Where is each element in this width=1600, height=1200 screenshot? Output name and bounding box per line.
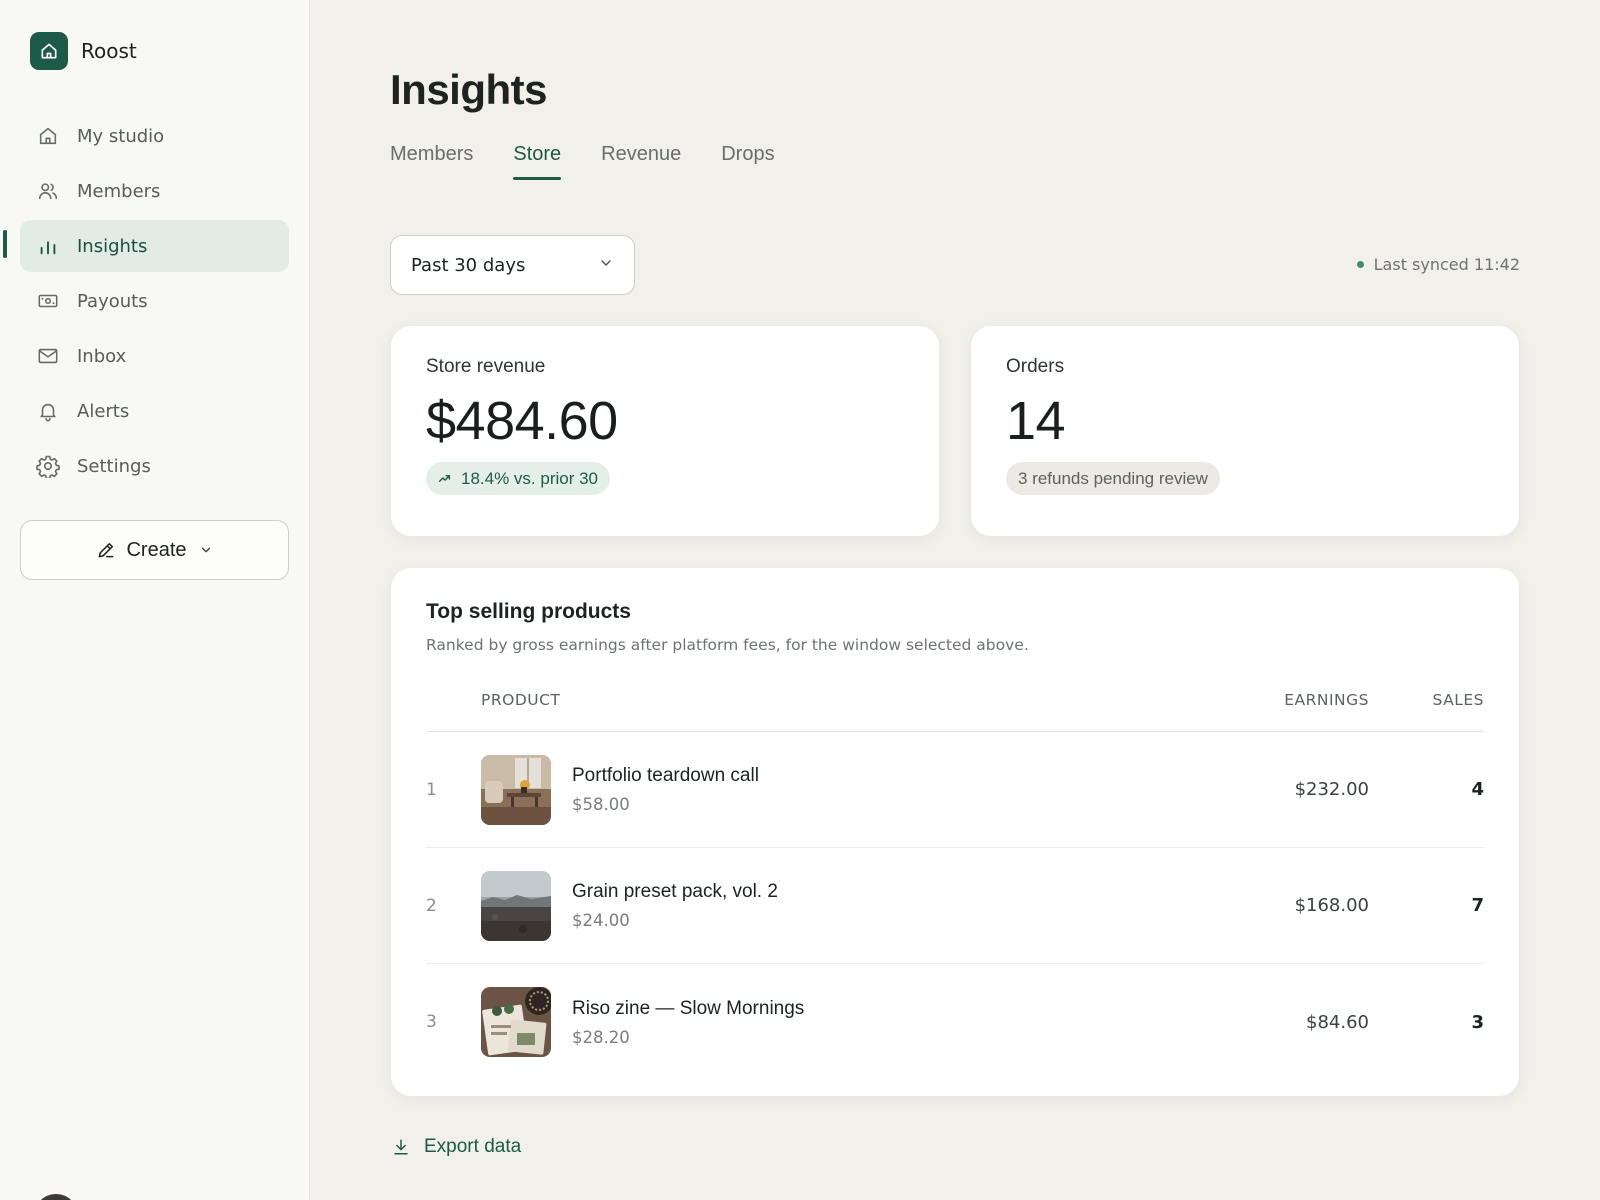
sidebar-item-my-studio[interactable]: My studio bbox=[20, 110, 289, 162]
create-button[interactable]: Create bbox=[20, 520, 289, 580]
sidebar-item-label: Inbox bbox=[77, 345, 127, 367]
product-thumbnail bbox=[481, 987, 551, 1057]
stat-value: $484.60 bbox=[426, 391, 618, 451]
column-header-earnings[interactable]: EARNINGS bbox=[1204, 691, 1369, 709]
avatar[interactable] bbox=[34, 1194, 78, 1200]
users-icon bbox=[36, 179, 60, 203]
trend-badge: 18.4% vs. prior 30 bbox=[426, 462, 611, 495]
status-dot bbox=[1356, 261, 1364, 268]
home-icon bbox=[36, 124, 60, 148]
product-cell: Grain preset pack, vol. 2 $24.00 bbox=[481, 870, 1204, 941]
product-thumbnail bbox=[481, 754, 551, 825]
row-sales: 3 bbox=[1471, 1011, 1484, 1033]
trend-badge-text: 18.4% vs. prior 30 bbox=[461, 468, 599, 488]
sidebar-item-insights[interactable]: Insights bbox=[20, 220, 289, 272]
sidebar-item-label: Payouts bbox=[77, 290, 148, 312]
export-data-link[interactable]: Export data bbox=[392, 1136, 521, 1158]
sync-status: Last synced 11:42 bbox=[1356, 255, 1520, 274]
tab-members[interactable]: Members bbox=[390, 143, 473, 180]
sidebar-nav: My studio Members Insights Payouts Inbox bbox=[20, 110, 289, 495]
orders-card: Orders 14 3 refunds pending review bbox=[971, 326, 1519, 536]
pen-icon bbox=[96, 540, 116, 560]
stat-label: Orders bbox=[1006, 356, 1065, 377]
product-name: Portfolio teardown call bbox=[572, 765, 759, 786]
table-header: PRODUCT EARNINGS SALES bbox=[426, 668, 1484, 732]
product-price: $28.20 bbox=[572, 1027, 630, 1047]
section-title: Top selling products bbox=[426, 600, 631, 623]
products-table: PRODUCT EARNINGS SALES 1 Portfolio teard… bbox=[426, 668, 1484, 1080]
table-row[interactable]: 2 Grain preset pack, vol. 2 $24.00 $168.… bbox=[426, 848, 1484, 964]
row-sales: 7 bbox=[1471, 895, 1484, 916]
stat-label: Store revenue bbox=[426, 356, 546, 377]
bell-icon bbox=[36, 399, 60, 423]
create-button-label: Create bbox=[126, 538, 187, 561]
bar-chart-icon bbox=[36, 234, 60, 258]
sidebar-item-label: Settings bbox=[77, 455, 151, 477]
column-header-product[interactable]: PRODUCT bbox=[481, 691, 1204, 709]
download-icon bbox=[392, 1137, 410, 1157]
row-earnings: $232.00 bbox=[1294, 779, 1369, 800]
product-cell: Riso zine — Slow Mornings $28.20 bbox=[481, 987, 1204, 1057]
sidebar-item-settings[interactable]: Settings bbox=[20, 440, 289, 492]
house-icon bbox=[30, 32, 68, 70]
product-price: $24.00 bbox=[572, 911, 630, 930]
row-earnings: $168.00 bbox=[1294, 895, 1369, 916]
column-header-sales[interactable]: SALES bbox=[1369, 691, 1484, 709]
store-revenue-card: Store revenue $484.60 18.4% vs. prior 30 bbox=[391, 326, 939, 536]
row-rank: 1 bbox=[426, 779, 437, 800]
sidebar-item-label: Members bbox=[77, 180, 161, 202]
brand-name: Roost bbox=[81, 39, 137, 63]
product-name: Grain preset pack, vol. 2 bbox=[572, 881, 778, 902]
row-earnings: $84.60 bbox=[1306, 1011, 1369, 1033]
date-range-select[interactable]: Past 30 days bbox=[390, 235, 635, 295]
tab-store[interactable]: Store bbox=[513, 143, 561, 180]
gear-icon bbox=[36, 454, 60, 478]
trend-up-icon bbox=[438, 472, 451, 485]
product-name: Riso zine — Slow Mornings bbox=[572, 997, 805, 1019]
date-range-value: Past 30 days bbox=[411, 254, 526, 276]
sidebar-item-label: Alerts bbox=[77, 400, 130, 422]
product-thumbnail bbox=[481, 870, 551, 941]
table-row[interactable]: 1 Portfolio teardown call $58.00 $232.00… bbox=[426, 732, 1484, 848]
product-cell: Portfolio teardown call $58.00 bbox=[481, 754, 1204, 825]
sidebar-item-label: Insights bbox=[77, 235, 148, 257]
row-rank: 2 bbox=[426, 895, 437, 916]
tab-drops[interactable]: Drops bbox=[721, 143, 774, 180]
active-nav-indicator bbox=[3, 230, 7, 258]
banknote-icon bbox=[36, 289, 60, 313]
sidebar: Roost My studio Members Insights Payouts… bbox=[0, 0, 310, 1200]
section-subtitle: Ranked by gross earnings after platform … bbox=[426, 636, 1029, 654]
mail-icon bbox=[36, 344, 60, 368]
row-sales: 4 bbox=[1471, 779, 1484, 800]
sidebar-item-members[interactable]: Members bbox=[20, 165, 289, 217]
chevron-down-icon bbox=[199, 543, 213, 557]
brand[interactable]: Roost bbox=[30, 32, 137, 70]
page-title: Insights bbox=[390, 66, 548, 113]
tab-revenue[interactable]: Revenue bbox=[601, 143, 681, 180]
table-row[interactable]: 3 Riso zine — Slow Mornings $28.20 $84.6… bbox=[426, 964, 1484, 1080]
product-price: $58.00 bbox=[572, 795, 630, 814]
sidebar-item-alerts[interactable]: Alerts bbox=[20, 385, 289, 437]
export-data-label: Export data bbox=[424, 1136, 522, 1157]
stat-value: 14 bbox=[1006, 391, 1066, 451]
sync-status-text: Last synced 11:42 bbox=[1373, 255, 1520, 274]
tab-bar: Members Store Revenue Drops bbox=[390, 143, 815, 180]
sidebar-item-label: My studio bbox=[77, 125, 165, 147]
top-products-card: Top selling products Ranked by gross ear… bbox=[391, 568, 1519, 1096]
sidebar-item-inbox[interactable]: Inbox bbox=[20, 330, 289, 382]
refunds-badge[interactable]: 3 refunds pending review bbox=[1006, 462, 1220, 495]
sidebar-item-payouts[interactable]: Payouts bbox=[20, 275, 289, 327]
chevron-down-icon bbox=[598, 255, 614, 276]
row-rank: 3 bbox=[426, 1012, 437, 1032]
